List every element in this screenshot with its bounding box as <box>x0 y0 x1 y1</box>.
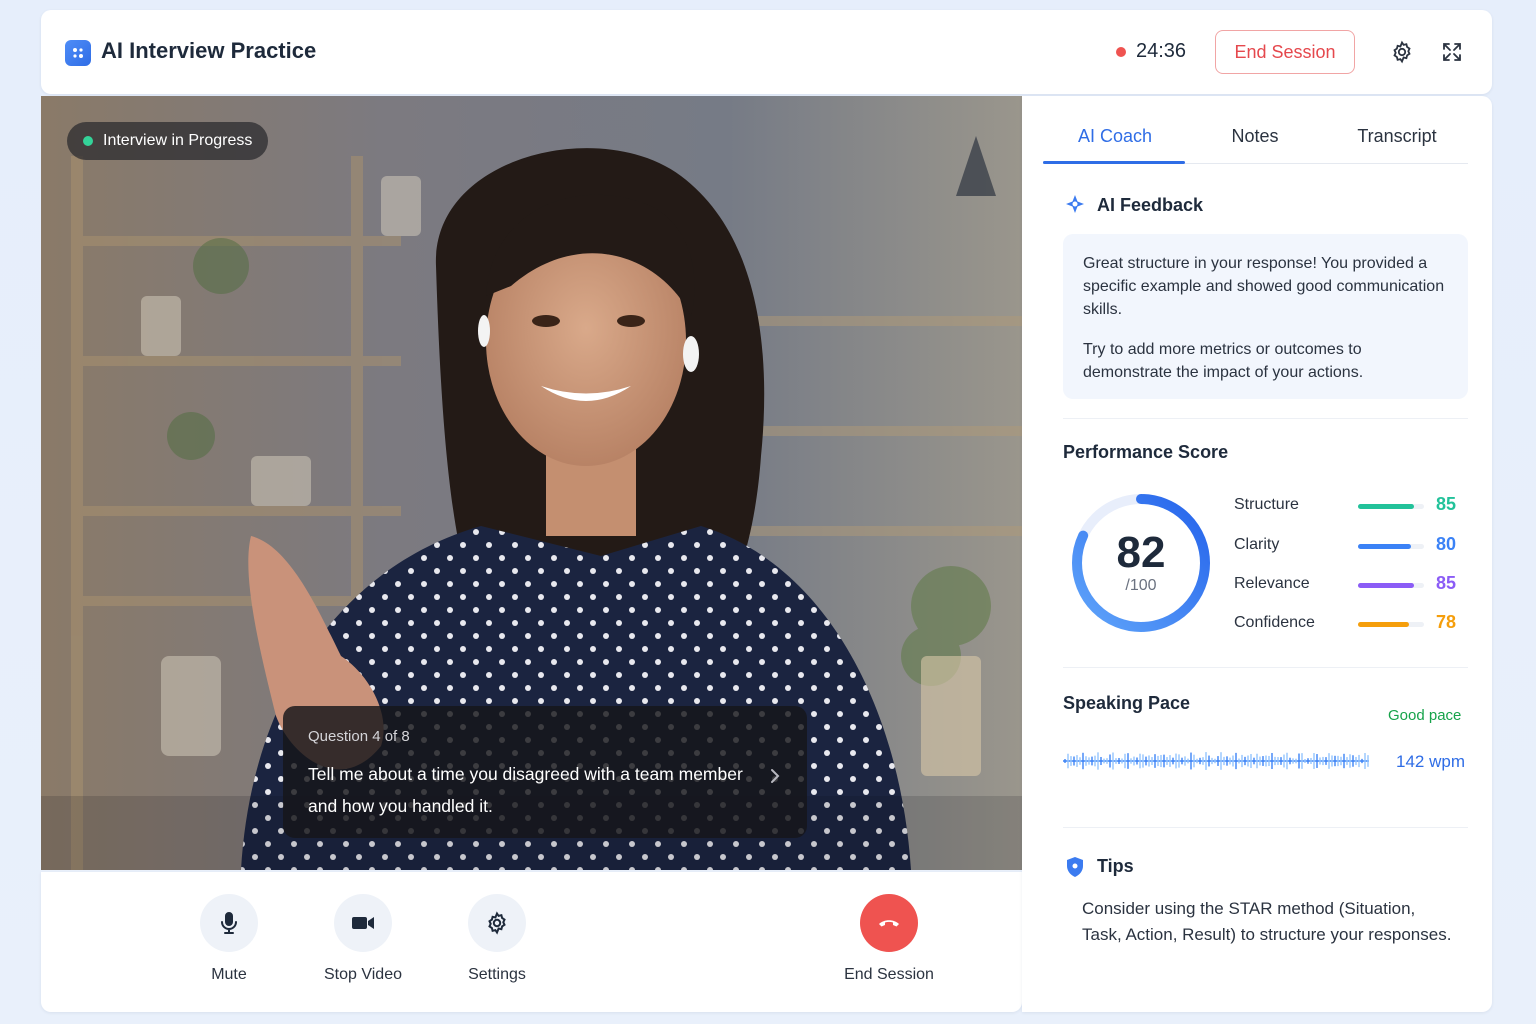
metric-value: 85 <box>1435 494 1456 514</box>
tab-ai-coach[interactable]: AI Coach <box>1045 126 1185 147</box>
end-session-label: End Session <box>844 966 934 983</box>
stop-video-button[interactable]: Stop Video <box>303 894 423 984</box>
section-divider <box>1063 418 1468 419</box>
section-divider <box>1063 827 1468 828</box>
section-divider <box>1063 667 1468 668</box>
next-question-chevron-icon[interactable] <box>767 766 783 791</box>
interview-status-text: Interview in Progress <box>103 132 253 149</box>
session-timer: 24:36 <box>1136 40 1187 62</box>
overall-score-max: /100 <box>1125 577 1157 594</box>
metric-bar-track <box>1358 622 1424 627</box>
call-settings-button[interactable]: Settings <box>437 894 557 984</box>
metric-name: Confidence <box>1234 614 1315 631</box>
tab-transcript[interactable]: Transcript <box>1327 126 1467 147</box>
active-tab-indicator <box>1043 161 1185 164</box>
metric-value: 85 <box>1435 573 1456 593</box>
fullscreen-icon[interactable] <box>1440 40 1464 64</box>
video-camera-icon <box>334 894 392 952</box>
pace-status: Good pace <box>1388 707 1462 724</box>
microphone-icon <box>200 894 258 952</box>
metric-name: Relevance <box>1234 575 1310 592</box>
interview-status-badge: Interview in Progress <box>67 122 269 160</box>
end-session-button[interactable]: End Session <box>1215 30 1355 74</box>
gear-icon <box>468 894 526 952</box>
hang-up-icon <box>860 894 918 952</box>
ai-feedback-title: AI Feedback <box>1097 195 1204 215</box>
stop-video-label: Stop Video <box>324 966 402 983</box>
feedback-suggestion: Try to add more metrics or outcomes to d… <box>1083 341 1364 381</box>
performance-score-title: Performance Score <box>1063 442 1229 462</box>
tips-text: Consider using the STAR method (Situatio… <box>1082 899 1452 944</box>
ai-sparkle-icon <box>1064 194 1086 221</box>
metric-name: Structure <box>1234 496 1299 513</box>
metric-structure: Structure 85 <box>1234 494 1474 518</box>
overall-score: 82 <box>1116 528 1166 577</box>
metric-name: Clarity <box>1234 536 1280 553</box>
tab-notes[interactable]: Notes <box>1185 126 1325 147</box>
mute-label: Mute <box>211 966 247 983</box>
metric-clarity: Clarity 80 <box>1234 534 1474 558</box>
feedback-paragraph: Great structure in your response! You pr… <box>1083 255 1445 318</box>
metric-bar-track <box>1358 504 1424 509</box>
metric-bar-fill <box>1358 583 1415 588</box>
app-logo-icon <box>65 40 91 66</box>
metric-bar-fill <box>1358 622 1410 627</box>
pace-value: 142 wpm <box>1396 752 1465 771</box>
mute-button[interactable]: Mute <box>169 894 289 984</box>
video-feed: Interview in Progress Question 4 of 8 Te… <box>41 96 1022 870</box>
live-status-dot-icon <box>83 136 93 146</box>
recording-indicator-icon <box>1116 47 1126 57</box>
metric-value: 80 <box>1435 534 1456 554</box>
metric-bar-track <box>1358 583 1424 588</box>
question-text: Tell me about a time you disagreed with … <box>308 764 743 816</box>
app-title: AI Interview Practice <box>101 38 317 63</box>
top-bar: AI Interview Practice 24:36 End Session <box>41 10 1492 94</box>
settings-label: Settings <box>468 966 526 983</box>
metric-bar-fill <box>1358 504 1415 509</box>
tips-title: Tips <box>1097 856 1134 876</box>
speaking-pace-title: Speaking Pace <box>1063 693 1191 713</box>
speech-waveform <box>1063 752 1369 770</box>
coach-panel: AI Coach Notes Transcript AI Feedback Gr… <box>1022 96 1492 1012</box>
ai-feedback-box: Great structure in your response! You pr… <box>1063 234 1468 399</box>
question-counter: Question 4 of 8 <box>308 728 410 745</box>
metric-confidence: Confidence 78 <box>1234 612 1474 636</box>
settings-icon[interactable] <box>1390 40 1414 64</box>
end-session-call-button[interactable]: End Session <box>829 894 949 984</box>
metric-bar-track <box>1358 544 1424 549</box>
question-card: Question 4 of 8 Tell me about a time you… <box>283 706 807 838</box>
panel-tabs: AI Coach Notes Transcript <box>1043 116 1468 164</box>
metric-bar-fill <box>1358 544 1411 549</box>
metric-relevance: Relevance 85 <box>1234 573 1474 597</box>
call-controls: Mute Stop Video Settings End Session <box>41 872 1022 1012</box>
tips-shield-icon <box>1064 856 1086 883</box>
metric-value: 78 <box>1435 612 1456 632</box>
